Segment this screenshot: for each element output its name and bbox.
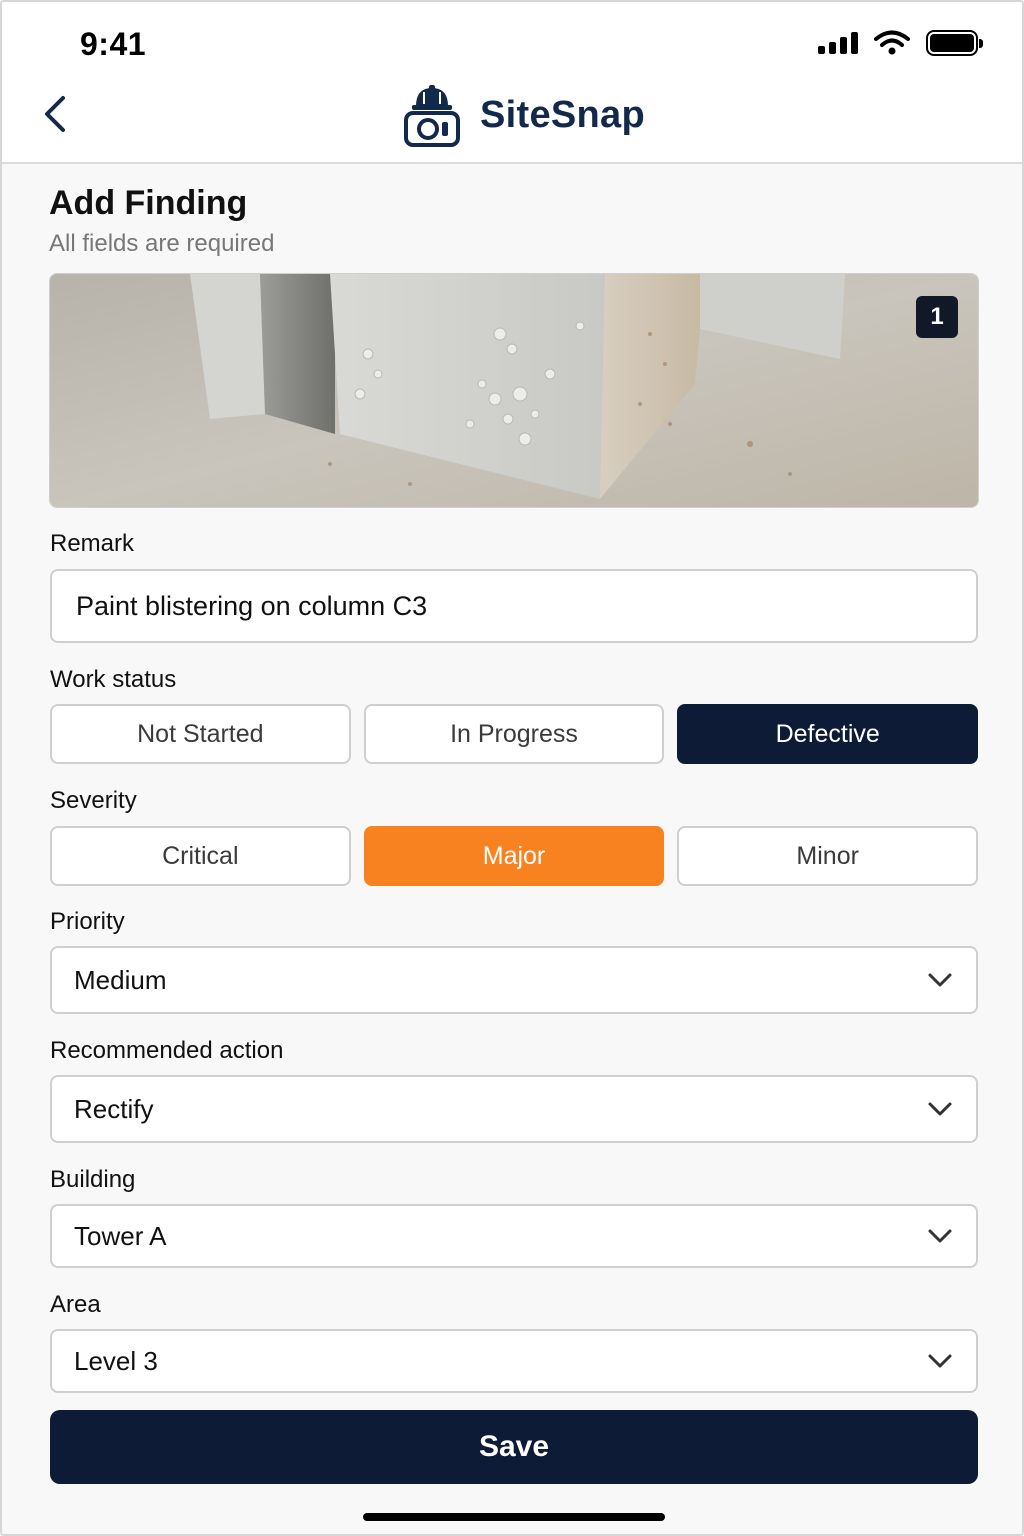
severity-label: Severity bbox=[50, 787, 137, 814]
work-status-label: Work status bbox=[50, 666, 177, 693]
app-header: SiteSnap bbox=[2, 82, 1022, 164]
page-subtitle: All fields are required bbox=[49, 230, 275, 257]
app-name: SiteSnap bbox=[480, 93, 645, 136]
page-title: Add Finding bbox=[49, 184, 248, 222]
home-indicator[interactable] bbox=[363, 1513, 665, 1521]
severity-minor[interactable]: Minor bbox=[677, 826, 979, 886]
photo-count-badge: 1 bbox=[916, 296, 958, 338]
remark-input[interactable] bbox=[50, 569, 978, 643]
work-status-segmented: Not Started In Progress Defective bbox=[50, 704, 979, 764]
status-bar: 9:41 bbox=[2, 2, 1022, 82]
area-select[interactable]: Level 3 bbox=[50, 1329, 978, 1393]
remark-label: Remark bbox=[50, 530, 135, 557]
area-value: Level 3 bbox=[74, 1345, 158, 1376]
priority-value: Medium bbox=[74, 964, 167, 995]
building-label: Building bbox=[50, 1166, 136, 1193]
priority-label: Priority bbox=[50, 908, 125, 935]
severity-segmented: Critical Major Minor bbox=[50, 826, 979, 886]
photo-column-image bbox=[50, 274, 978, 507]
hardhat-camera-logo-icon bbox=[404, 85, 460, 147]
chevron-down-icon bbox=[926, 1222, 954, 1250]
severity-major[interactable]: Major bbox=[363, 826, 665, 886]
back-button[interactable] bbox=[32, 92, 76, 136]
recommended-action-value: Rectify bbox=[74, 1093, 154, 1124]
back-chevron-icon bbox=[45, 96, 65, 132]
priority-select[interactable]: Medium bbox=[50, 946, 978, 1014]
brand: SiteSnap bbox=[402, 82, 645, 148]
area-label: Area bbox=[50, 1291, 101, 1318]
chevron-down-icon bbox=[926, 1347, 954, 1375]
wifi-icon bbox=[874, 30, 910, 55]
save-button[interactable]: Save bbox=[50, 1410, 978, 1484]
severity-critical[interactable]: Critical bbox=[50, 826, 351, 886]
work-status-in-progress[interactable]: In Progress bbox=[363, 704, 665, 764]
building-value: Tower A bbox=[74, 1220, 167, 1251]
status-icons bbox=[818, 30, 983, 56]
signal-icon bbox=[818, 32, 858, 54]
recommended-action-label: Recommended action bbox=[50, 1037, 284, 1064]
chevron-down-icon bbox=[926, 1095, 954, 1123]
recommended-action-select[interactable]: Rectify bbox=[50, 1075, 978, 1143]
chevron-down-icon bbox=[926, 966, 954, 994]
phone-screen: 9:41 SiteSnap Add Finding All fields are… bbox=[0, 0, 1024, 1536]
finding-photo[interactable]: 1 bbox=[49, 273, 979, 508]
work-status-not-started[interactable]: Not Started bbox=[50, 704, 351, 764]
status-time: 9:41 bbox=[80, 26, 147, 62]
work-status-defective[interactable]: Defective bbox=[677, 704, 979, 764]
building-select[interactable]: Tower A bbox=[50, 1204, 978, 1268]
battery-icon bbox=[926, 30, 983, 56]
